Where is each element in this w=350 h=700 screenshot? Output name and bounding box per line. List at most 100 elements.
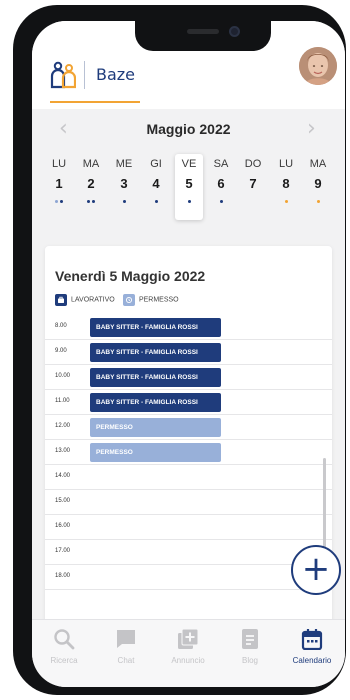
slot-time: 9.00	[55, 348, 67, 354]
event-dot	[55, 200, 58, 203]
day-cell-5[interactable]: VE 5	[175, 154, 203, 220]
day-number: 8	[282, 176, 290, 191]
day-cell-1[interactable]: LU 1	[45, 154, 73, 220]
app-screen: Baze ‹ Maggio 2022 › LU 1 MA 2 ME 3 GI 4…	[32, 21, 345, 687]
nav-item-calendario[interactable]: Calendario	[284, 628, 340, 665]
time-slot-row[interactable]: 10.00 BABY SITTER - FAMIGLIA ROSSI	[45, 365, 332, 390]
slot-time: 13.00	[55, 448, 71, 454]
event-dot	[219, 200, 223, 203]
nav-item-blog[interactable]: Blog	[222, 628, 278, 665]
event-block-lavorativo[interactable]: BABY SITTER - FAMIGLIA ROSSI	[90, 368, 221, 387]
event-dots	[110, 200, 138, 204]
time-slot-row[interactable]: 9.00 BABY SITTER - FAMIGLIA ROSSI	[45, 340, 332, 365]
time-slot-row[interactable]: 15.00	[45, 490, 332, 515]
phone-frame: Baze ‹ Maggio 2022 › LU 1 MA 2 ME 3 GI 4…	[13, 5, 346, 695]
day-number: 7	[249, 176, 257, 191]
time-slot-row[interactable]: 16.00	[45, 515, 332, 540]
add-announcement-icon	[178, 628, 199, 649]
day-cell-3[interactable]: ME 3	[110, 154, 138, 220]
time-slot-row[interactable]: 17.00	[45, 540, 332, 565]
front-camera	[229, 26, 240, 37]
event-dot	[154, 200, 158, 203]
legend-item-permesso: PERMESSO	[122, 294, 179, 306]
time-slot-row[interactable]: 18.00	[45, 565, 332, 590]
day-cell-6[interactable]: SA 6	[207, 154, 235, 220]
month-title: Maggio 2022	[146, 121, 231, 137]
bottom-navigation: Ricerca Chat Annuncio Blog Calendario	[32, 619, 345, 687]
event-dots	[45, 200, 73, 204]
event-block-lavorativo[interactable]: BABY SITTER - FAMIGLIA ROSSI	[90, 393, 221, 412]
add-button[interactable]: +	[291, 545, 341, 595]
day-number: 6	[217, 176, 225, 191]
legend-item-lavorativo: LAVORATIVO	[55, 294, 115, 306]
slot-time: 17.00	[55, 548, 71, 554]
day-number: 3	[120, 176, 128, 191]
nav-item-chat[interactable]: Chat	[98, 628, 154, 665]
day-title: Venerdì 5 Maggio 2022	[55, 268, 206, 284]
day-name: SA	[213, 158, 229, 170]
event-dots	[77, 200, 105, 204]
search-icon	[54, 629, 75, 650]
chevron-right-icon[interactable]: ›	[307, 118, 316, 140]
nav-label-ricerca: Ricerca	[50, 656, 78, 665]
blog-icon	[242, 629, 258, 649]
legend-label-permesso: PERMESSO	[138, 296, 179, 304]
time-slot-row[interactable]: 13.00 PERMESSO	[45, 440, 332, 465]
scrollbar[interactable]	[323, 458, 326, 553]
time-slot-row[interactable]: 14.00	[45, 465, 332, 490]
day-number: 9	[314, 176, 322, 191]
event-dot	[187, 200, 191, 203]
day-cell-2[interactable]: MA 2	[77, 154, 105, 220]
day-name: MA	[82, 158, 100, 170]
avatar[interactable]	[299, 47, 337, 85]
plus-icon: +	[301, 549, 331, 589]
day-name: LU	[278, 158, 294, 170]
event-dots	[239, 200, 267, 204]
day-schedule-card: Venerdì 5 Maggio 2022 LAVORATIVO PERMESS…	[45, 246, 332, 631]
event-dot	[92, 200, 95, 203]
month-navigation: ‹ Maggio 2022 ›	[32, 109, 345, 149]
nav-item-annuncio[interactable]: Annuncio	[160, 628, 216, 665]
slot-time: 15.00	[55, 498, 71, 504]
day-cell-7[interactable]: DO 7	[239, 154, 267, 220]
briefcase-icon	[55, 294, 67, 306]
time-slot-row[interactable]: 11.00 BABY SITTER - FAMIGLIA ROSSI	[45, 390, 332, 415]
event-block-permesso[interactable]: PERMESSO	[90, 443, 221, 462]
calendar-icon	[301, 629, 323, 650]
event-dots	[304, 200, 332, 204]
day-name: LU	[51, 158, 67, 170]
slot-time: 12.00	[55, 423, 71, 429]
event-dot	[316, 200, 320, 203]
day-number: 4	[152, 176, 160, 191]
time-slot-row[interactable]: 8.00 BABY SITTER - FAMIGLIA ROSSI	[45, 315, 332, 340]
nav-label-chat: Chat	[117, 656, 135, 665]
brand-underline	[50, 101, 140, 103]
chat-icon	[117, 630, 135, 648]
event-dots	[175, 200, 203, 204]
logo-divider	[84, 61, 85, 89]
event-dots	[207, 200, 235, 204]
event-dot	[284, 200, 288, 203]
nav-label-blog: Blog	[241, 656, 258, 665]
event-block-permesso[interactable]: PERMESSO	[90, 418, 221, 437]
day-name: DO	[244, 158, 262, 170]
day-cell-4[interactable]: GI 4	[142, 154, 170, 220]
day-name: GI	[150, 158, 162, 170]
nav-item-ricerca[interactable]: Ricerca	[36, 628, 92, 665]
nav-label-annuncio: Annuncio	[171, 656, 205, 665]
day-cell-8[interactable]: LU 8	[272, 154, 300, 220]
event-block-lavorativo[interactable]: BABY SITTER - FAMIGLIA ROSSI	[90, 343, 221, 362]
time-slot-row[interactable]: 12.00 PERMESSO	[45, 415, 332, 440]
event-block-lavorativo[interactable]: BABY SITTER - FAMIGLIA ROSSI	[90, 318, 221, 337]
day-name: ME	[115, 158, 133, 170]
phone-notch	[135, 21, 271, 51]
event-dot	[60, 200, 63, 203]
day-name: MA	[309, 158, 327, 170]
speaker-grille	[187, 29, 219, 34]
event-dot	[122, 200, 126, 203]
slot-time: 18.00	[55, 573, 71, 579]
slot-time: 10.00	[55, 373, 71, 379]
slot-time: 14.00	[55, 473, 71, 479]
calendar-icon	[122, 294, 135, 306]
day-cell-9[interactable]: MA 9	[304, 154, 332, 220]
